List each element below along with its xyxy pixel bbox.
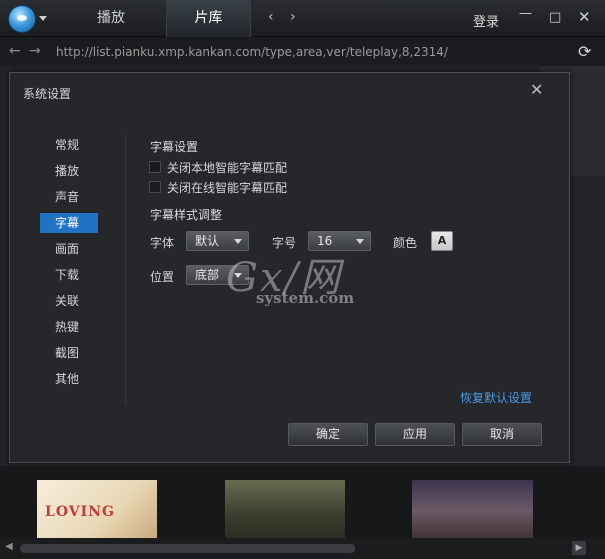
checkbox-label: 关闭本地智能字幕匹配 bbox=[167, 161, 288, 175]
checkbox[interactable] bbox=[149, 161, 161, 173]
section-title-style-adjust: 字幕样式调整 bbox=[150, 208, 223, 222]
login-link[interactable]: 登录 bbox=[473, 11, 499, 30]
dialog-title: 系统设置 bbox=[23, 87, 72, 101]
close-icon[interactable]: ✕ bbox=[578, 8, 591, 26]
poster-thumbnail[interactable]: LOVING bbox=[37, 480, 157, 542]
sidebar-item-download[interactable]: 下载 bbox=[40, 265, 98, 285]
close-icon[interactable]: ✕ bbox=[530, 80, 543, 99]
title-bar: 播放 片库 ‹ › 登录 — □ ✕ bbox=[0, 0, 605, 40]
poster-title: LOVING bbox=[45, 504, 115, 520]
position-label: 位置 bbox=[150, 270, 175, 284]
address-bar: ← → http://list.pianku.xmp.kankan.com/ty… bbox=[0, 37, 605, 66]
chevron-down-icon[interactable] bbox=[39, 16, 47, 21]
sidebar-item-other[interactable]: 其他 bbox=[40, 369, 98, 389]
chevron-down-icon bbox=[356, 239, 364, 244]
sidebar-item-association[interactable]: 关联 bbox=[40, 291, 98, 311]
font-label: 字体 bbox=[150, 236, 175, 250]
scroll-left-icon[interactable]: ◀ bbox=[5, 541, 13, 552]
apply-button[interactable]: 应用 bbox=[375, 423, 455, 446]
sidebar-item-general[interactable]: 常规 bbox=[40, 135, 98, 155]
sidebar-item-hotkeys[interactable]: 热键 bbox=[40, 317, 98, 337]
horizontal-scrollbar[interactable]: ◀ ▶ bbox=[0, 538, 605, 559]
tab-library[interactable]: 片库 bbox=[166, 0, 251, 40]
sidebar-item-picture[interactable]: 画面 bbox=[40, 239, 98, 259]
settings-dialog: 系统设置 ✕ 常规 播放 声音 字幕 画面 下载 关联 热键 截图 其他 字幕设… bbox=[9, 72, 570, 463]
url-field[interactable]: http://list.pianku.xmp.kankan.com/type,a… bbox=[56, 45, 448, 59]
site-watermark: Gx/网 system.com bbox=[206, 245, 376, 315]
restore-defaults-link[interactable]: 恢复默认设置 bbox=[460, 389, 532, 406]
sidebar-item-sound[interactable]: 声音 bbox=[40, 187, 98, 207]
divider bbox=[125, 135, 126, 405]
refresh-icon[interactable]: ⟳ bbox=[578, 42, 591, 61]
ok-button[interactable]: 确定 bbox=[288, 423, 368, 446]
font-color-icon[interactable]: A bbox=[431, 231, 453, 251]
poster-thumbnail[interactable] bbox=[225, 480, 345, 542]
sidebar-item-playback[interactable]: 播放 bbox=[40, 161, 98, 181]
watermark-site: system.com bbox=[256, 289, 355, 307]
checkbox[interactable] bbox=[149, 181, 161, 193]
scroll-right-icon[interactable]: ▶ bbox=[572, 541, 586, 555]
forward-arrow-icon[interactable]: → bbox=[29, 43, 41, 59]
section-title-subtitle-settings: 字幕设置 bbox=[150, 140, 199, 154]
minimize-icon[interactable]: — bbox=[519, 6, 532, 21]
cancel-button[interactable]: 取消 bbox=[462, 423, 542, 446]
app-logo-icon[interactable] bbox=[8, 5, 36, 33]
chevron-down-icon bbox=[234, 239, 242, 244]
poster-row: LOVING bbox=[0, 466, 605, 542]
color-label: 颜色 bbox=[393, 236, 418, 250]
sidebar-item-screenshot[interactable]: 截图 bbox=[40, 343, 98, 363]
nav-arrows[interactable]: ‹ › bbox=[268, 9, 302, 25]
maximize-icon[interactable]: □ bbox=[549, 10, 561, 25]
tab-play[interactable]: 播放 bbox=[72, 0, 150, 37]
checkbox-label: 关闭在线智能字幕匹配 bbox=[167, 181, 288, 195]
poster-thumbnail[interactable] bbox=[412, 480, 533, 542]
back-arrow-icon[interactable]: ← bbox=[9, 43, 21, 59]
sidebar-item-subtitles[interactable]: 字幕 bbox=[40, 213, 98, 233]
scrollbar-thumb[interactable] bbox=[20, 544, 355, 553]
